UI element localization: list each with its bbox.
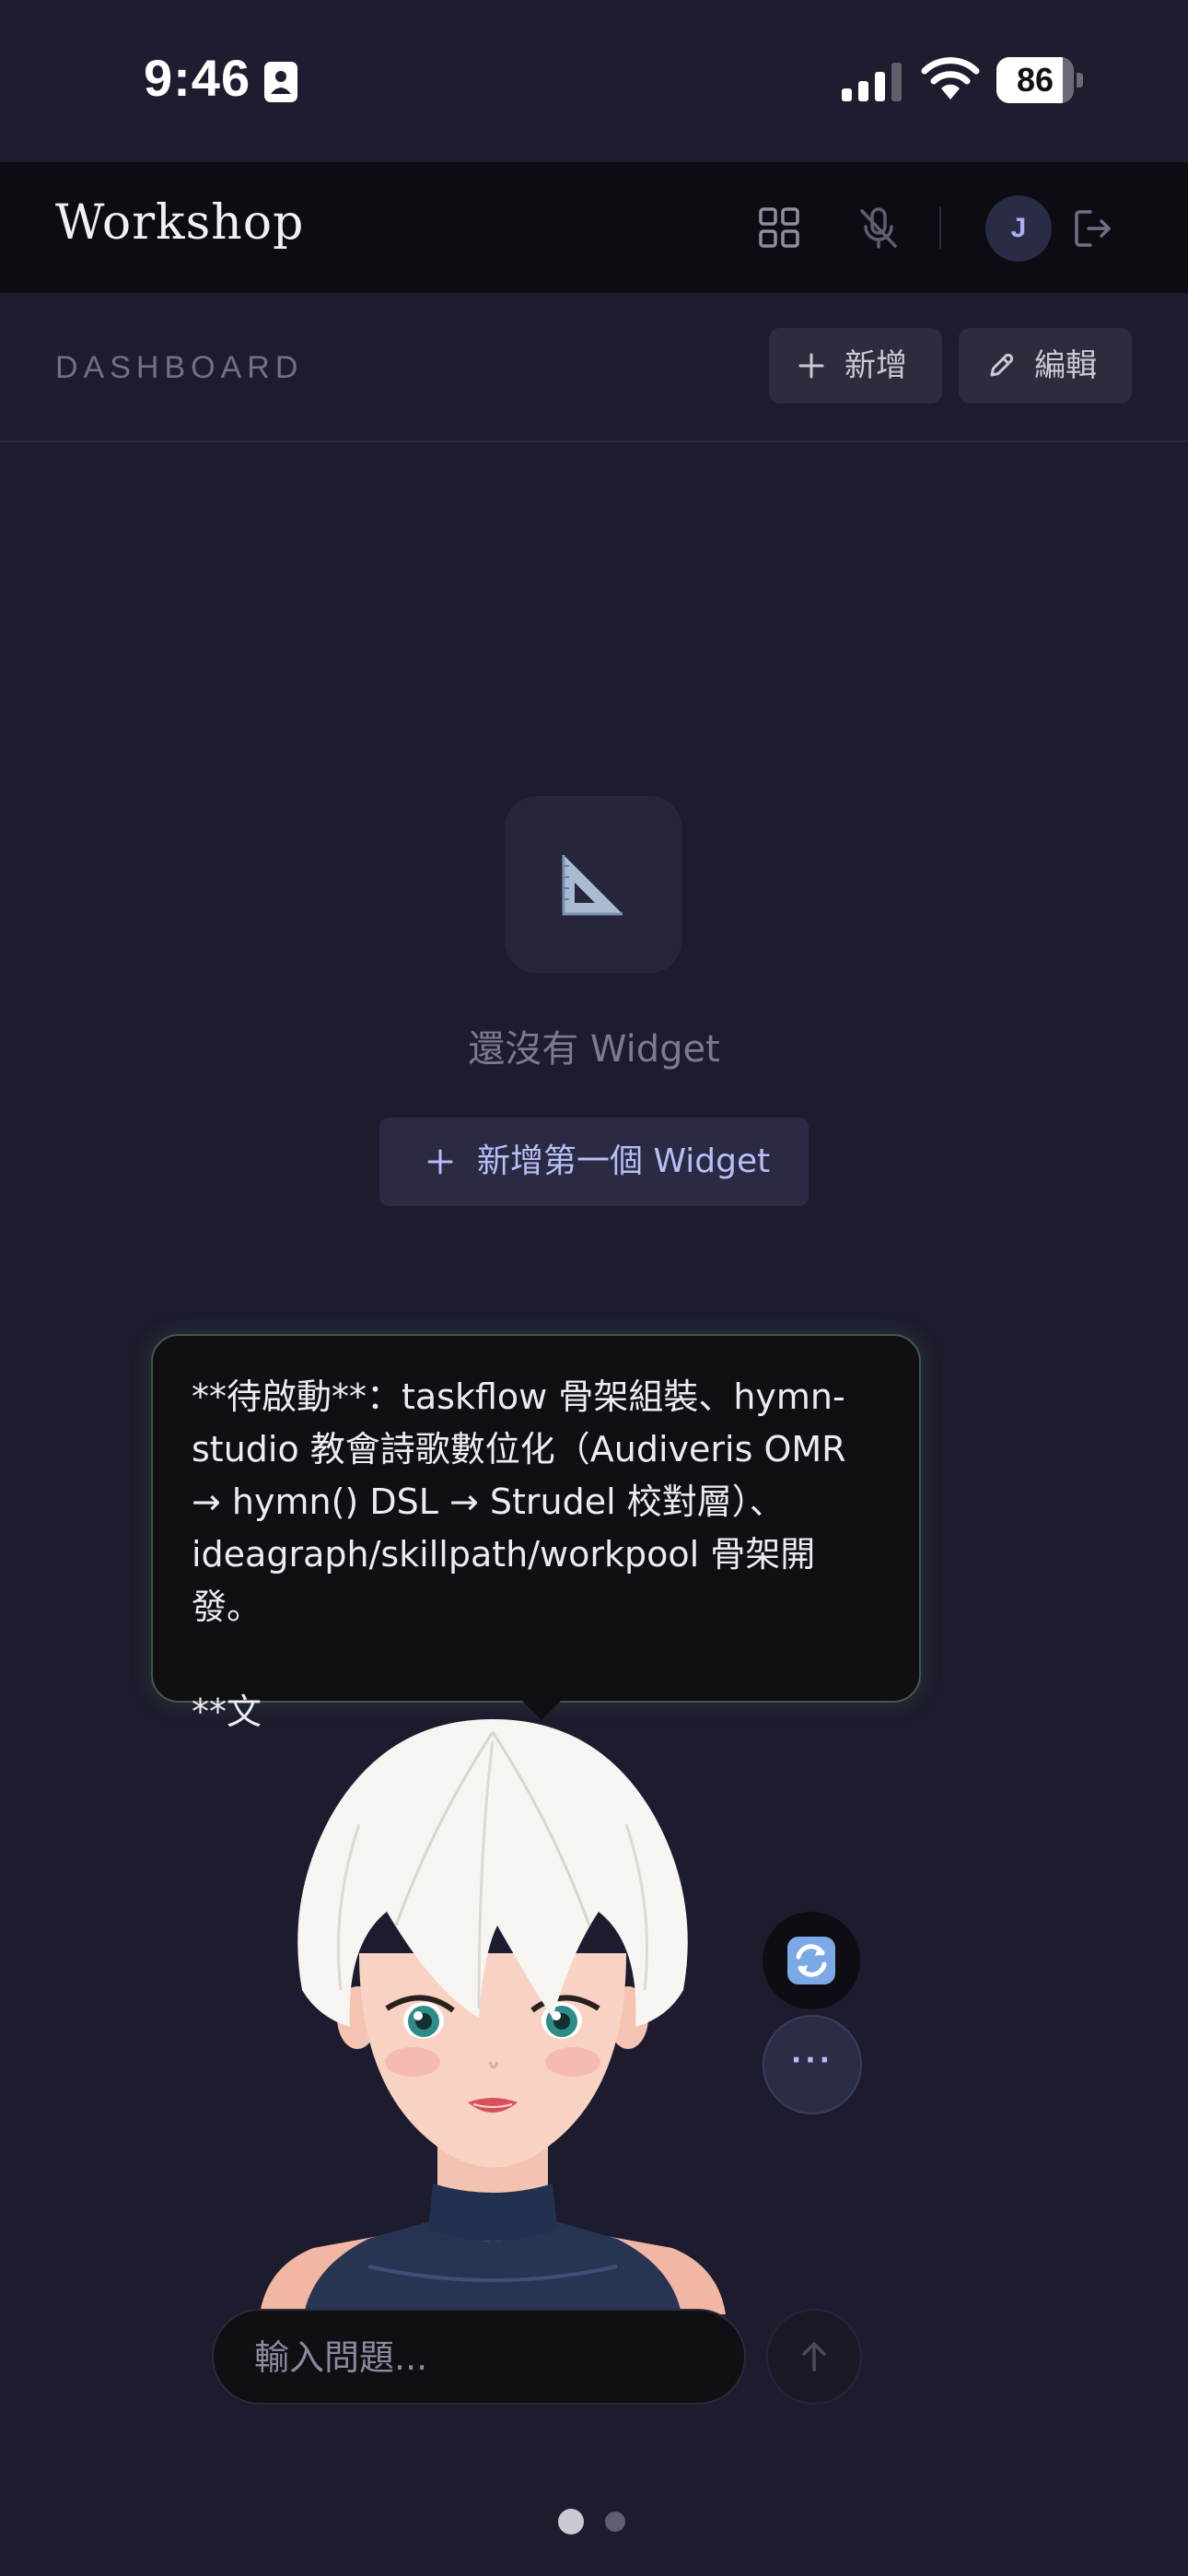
battery-level-text: 86 (1016, 61, 1054, 99)
add-button-label: 新增 (844, 347, 907, 384)
plus-icon (427, 1149, 453, 1175)
contact-badge-icon (264, 62, 297, 102)
bubble-message-line: **待啟動**：taskflow 骨架組裝、hymn-studio 教會詩歌數位… (192, 1376, 846, 1627)
chat-input-container (212, 2309, 746, 2405)
battery-body: 86 (996, 57, 1074, 103)
empty-state-icon-box (505, 796, 681, 973)
more-dots-icon: ··· (790, 2044, 834, 2077)
header-divider (939, 206, 941, 249)
battery-tip (1077, 73, 1083, 88)
more-options-button[interactable]: ··· (763, 2015, 862, 2114)
grid-view-icon[interactable] (753, 202, 805, 253)
refresh-button[interactable] (763, 1912, 860, 2009)
logout-icon[interactable] (1068, 203, 1120, 254)
chat-question-input[interactable] (252, 2311, 716, 2405)
battery-indicator: 86 (996, 57, 1083, 103)
add-widget-button[interactable]: 新增 (769, 328, 942, 404)
edit-dashboard-button[interactable]: 編輯 (959, 328, 1132, 404)
cellular-signal-icon (842, 63, 902, 101)
edit-button-label: 編輯 (1034, 347, 1097, 384)
status-bar: 9:46 86 (0, 0, 1188, 162)
page-indicator-dot[interactable] (605, 2512, 625, 2532)
assistant-speech-bubble: **待啟動**：taskflow 骨架組裝、hymn-studio 教會詩歌數位… (151, 1334, 921, 1732)
pencil-icon (990, 353, 1014, 377)
dashboard-title: DASHBOARD (55, 350, 304, 385)
add-first-widget-label: 新增第一個 Widget (477, 1142, 771, 1180)
dashboard-bar: DASHBOARD 新增 編輯 (0, 293, 1188, 442)
page-indicator-dot-active[interactable] (558, 2509, 584, 2535)
empty-state-text: 還沒有 Widget (468, 1028, 720, 1071)
refresh-icon (787, 1937, 835, 1985)
mic-off-icon[interactable] (853, 202, 904, 253)
add-first-widget-button[interactable]: 新增第一個 Widget (379, 1118, 809, 1206)
status-time: 9:46 (144, 49, 251, 107)
send-button[interactable] (766, 2309, 862, 2405)
app-title: Workshop (55, 195, 305, 251)
arrow-up-icon (802, 2342, 826, 2371)
wifi-icon (921, 57, 980, 100)
avatar-character (260, 1719, 726, 2314)
triangular-ruler-icon (562, 855, 623, 916)
plus-icon (798, 353, 824, 379)
app-header: Workshop J (0, 162, 1188, 293)
user-avatar[interactable]: J (985, 195, 1052, 262)
